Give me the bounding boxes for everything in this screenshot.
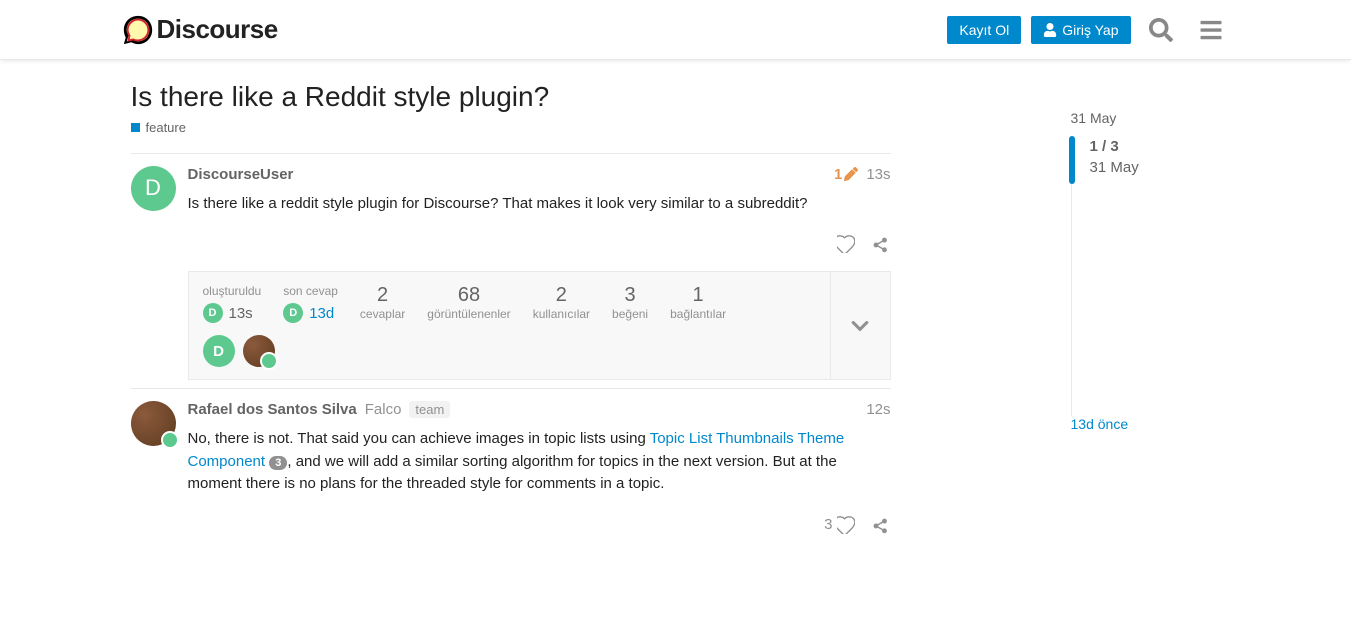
team-badge-icon [161, 431, 179, 449]
timeline-pos-date: 31 May [1090, 157, 1221, 178]
like-button[interactable] [837, 235, 855, 253]
stat-num: 2 [360, 284, 405, 307]
avatar[interactable] [131, 401, 176, 446]
stat-label: cevaplar [360, 307, 405, 321]
category-name: feature [146, 120, 186, 135]
edit-count[interactable]: 1 [834, 166, 858, 183]
stat-links: 1 bağlantılar [670, 284, 726, 321]
post-date[interactable]: 13s [866, 166, 890, 183]
timeline-track[interactable]: 1 / 3 31 May [1071, 136, 1221, 416]
login-label: Giriş Yap [1062, 22, 1118, 38]
link-icon [873, 235, 891, 253]
post-username[interactable]: DiscourseUser [188, 166, 294, 183]
category-badge[interactable]: feature [131, 120, 186, 135]
post-username[interactable]: Rafael dos Santos Silva [188, 401, 357, 418]
avatar[interactable]: D [131, 166, 176, 211]
post: D DiscourseUser 1 13s Is there like a re… [131, 153, 891, 381]
search-icon [1149, 18, 1173, 42]
topic-map: oluşturuldu D 13s son cevap D 1 [188, 271, 891, 380]
stat-num: 3 [612, 284, 648, 307]
timeline-handle[interactable] [1069, 136, 1075, 184]
timeline-bottom-date[interactable]: 13d önce [1071, 416, 1129, 432]
stat-views: 68 görüntülenenler [427, 284, 510, 321]
stat-num: 2 [533, 284, 590, 307]
post-content: Is there like a reddit style plugin for … [188, 193, 891, 216]
post-content: No, there is not. That said you can achi… [188, 428, 891, 496]
stat-label: kullanıcılar [533, 307, 590, 321]
timeline-position: 1 / 3 [1090, 136, 1221, 157]
participant-avatars: D [203, 335, 816, 367]
created-line: D 13s [203, 303, 262, 323]
main-container: Is there like a Reddit style plugin? fea… [121, 60, 1231, 564]
share-button[interactable] [873, 235, 891, 253]
chevron-down-icon [850, 316, 870, 336]
edit-number: 1 [834, 166, 842, 183]
timeline: 31 May 1 / 3 31 May 13d önce [1071, 80, 1221, 544]
menu-button[interactable] [1191, 10, 1231, 50]
topic-map-expand[interactable] [830, 272, 890, 379]
share-button[interactable] [873, 516, 891, 534]
category-color-box [131, 123, 140, 132]
map-created-block: oluşturuldu D 13s [203, 284, 262, 323]
site-header: Discourse Kayıt Ol Giriş Yap [0, 0, 1351, 60]
search-button[interactable] [1141, 10, 1181, 50]
stat-label: görüntülenenler [427, 307, 510, 321]
post-header: DiscourseUser 1 13s [188, 166, 891, 183]
stat-replies: 2 cevaplar [360, 284, 405, 321]
participant-avatar[interactable]: D [203, 335, 235, 367]
team-badge-icon [260, 352, 278, 370]
stat-num: 1 [670, 284, 726, 307]
created-label: oluşturuldu [203, 284, 262, 298]
participant-avatar[interactable] [243, 335, 275, 367]
link-icon [873, 516, 891, 534]
post-actions [188, 215, 891, 263]
timeline-top-date[interactable]: 31 May [1071, 110, 1221, 126]
created-avatar[interactable]: D [203, 303, 223, 323]
post-body: DiscourseUser 1 13s Is there like a redd… [188, 166, 891, 381]
signup-button[interactable]: Kayıt Ol [947, 16, 1021, 44]
created-date: 13s [229, 305, 253, 322]
post-body: Rafael dos Santos Silva Falco team 12s N… [188, 401, 891, 544]
login-button[interactable]: Giriş Yap [1031, 16, 1130, 44]
topic-map-stats-row: oluşturuldu D 13s son cevap D 1 [203, 284, 816, 323]
like-count: 3 [824, 516, 832, 533]
logo-text: Discourse [157, 14, 278, 45]
post-text-pre: No, there is not. That said you can achi… [188, 430, 650, 447]
main-column: Is there like a Reddit style plugin? fea… [131, 80, 1051, 544]
discourse-logo-icon [121, 13, 155, 47]
pencil-icon [844, 167, 858, 181]
logo[interactable]: Discourse [121, 13, 278, 47]
header-inner: Discourse Kayıt Ol Giriş Yap [121, 10, 1231, 50]
team-flair: team [409, 401, 450, 418]
stat-num: 68 [427, 284, 510, 307]
map-last-reply-block: son cevap D 13d [283, 284, 338, 323]
heart-icon [837, 516, 855, 534]
topic-title: Is there like a Reddit style plugin? [131, 80, 1051, 114]
topic-map-main: oluşturuldu D 13s son cevap D 1 [189, 272, 830, 379]
post: Rafael dos Santos Silva Falco team 12s N… [131, 388, 891, 544]
user-icon [1043, 23, 1057, 37]
stat-users: 2 kullanıcılar [533, 284, 590, 321]
stat-likes: 3 beğeni [612, 284, 648, 321]
header-actions: Kayıt Ol Giriş Yap [947, 10, 1230, 50]
post-date[interactable]: 12s [866, 401, 890, 418]
post-nickname: Falco [365, 401, 402, 418]
stat-label: beğeni [612, 307, 648, 321]
like-count-button[interactable]: 3 [824, 516, 854, 534]
last-reply-avatar: D [283, 303, 303, 323]
link-click-count: 3 [269, 456, 287, 470]
last-reply-date: 13d [309, 305, 334, 322]
hamburger-icon [1199, 18, 1223, 42]
post-actions: 3 [188, 496, 891, 544]
last-reply-line[interactable]: D 13d [283, 303, 338, 323]
stat-label: bağlantılar [670, 307, 726, 321]
post-header: Rafael dos Santos Silva Falco team 12s [188, 401, 891, 418]
last-reply-label: son cevap [283, 284, 338, 298]
heart-icon [837, 235, 855, 253]
